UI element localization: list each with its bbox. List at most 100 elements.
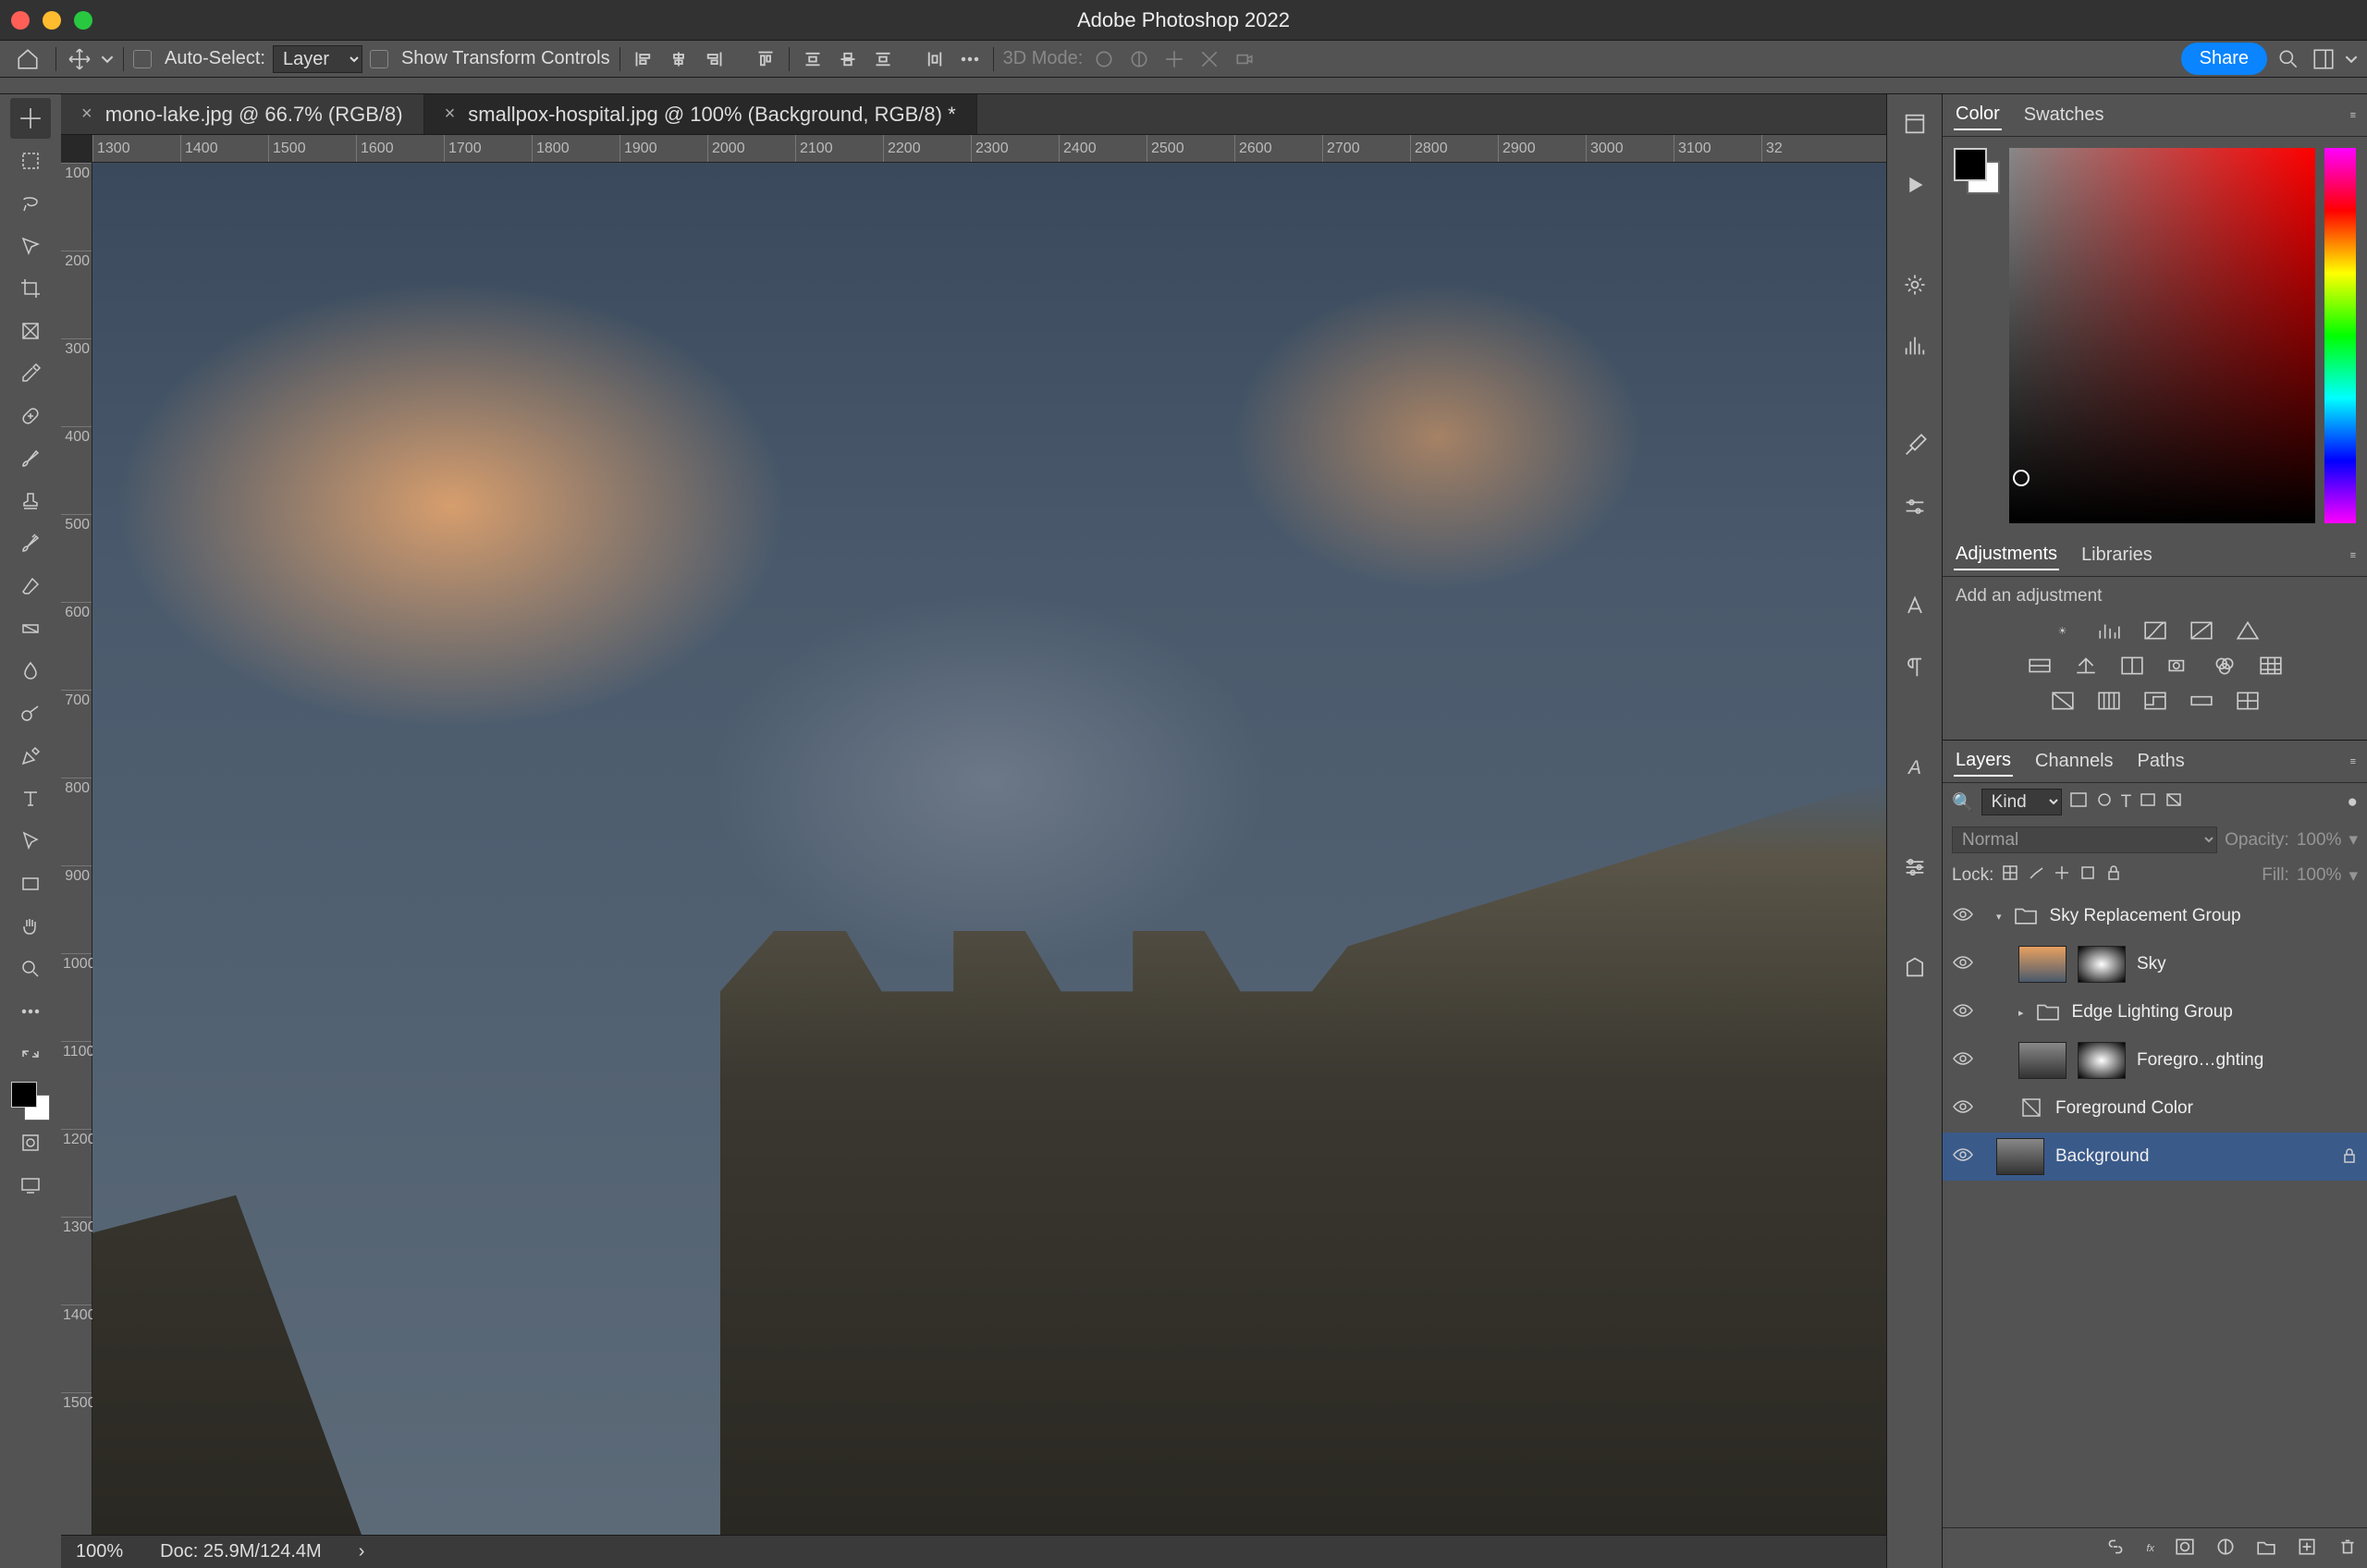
minimize-window[interactable] — [43, 11, 61, 30]
layer-row[interactable]: ▸Edge Lighting Group — [1943, 988, 2367, 1036]
doc-size[interactable]: Doc: 25.9M/124.4M — [160, 1541, 322, 1562]
visibility-icon[interactable] — [1952, 1097, 1974, 1120]
color-swap-icon[interactable] — [10, 1034, 51, 1074]
eyedropper-tool[interactable] — [10, 353, 51, 394]
opacity-value[interactable]: 100% — [2297, 830, 2342, 851]
visibility-icon[interactable] — [1952, 953, 1974, 975]
chevron-down-icon[interactable] — [101, 53, 114, 66]
close-window[interactable] — [11, 11, 30, 30]
collapse-bar[interactable] — [0, 78, 2367, 94]
horizontal-ruler[interactable]: 1300140015001600170018001900200021002200… — [92, 135, 1886, 163]
photofilter-adj-icon[interactable] — [2162, 651, 2195, 680]
filter-adjust-icon[interactable] — [2095, 791, 2114, 814]
align-right-icon[interactable] — [700, 45, 728, 73]
brightness-adj-icon[interactable]: ☀ — [2046, 616, 2079, 645]
align-hcenter-icon[interactable] — [665, 45, 693, 73]
blend-mode-select[interactable]: Normal — [1952, 827, 2217, 853]
zoom-window[interactable] — [74, 11, 92, 30]
layer-name[interactable]: Foreground Color — [2055, 1098, 2358, 1119]
layer-name[interactable]: Foregro…ghting — [2137, 1050, 2358, 1071]
workspace-icon[interactable] — [2310, 45, 2337, 73]
document-tab[interactable]: × smallpox-hospital.jpg @ 100% (Backgrou… — [424, 94, 977, 134]
distribute-bottom-icon[interactable] — [869, 45, 897, 73]
gradient-tool[interactable] — [10, 608, 51, 649]
type-tool[interactable] — [10, 778, 51, 819]
color-field[interactable] — [2009, 148, 2315, 523]
stamp-tool[interactable] — [10, 481, 51, 521]
filter-toggle[interactable]: ● — [2348, 792, 2358, 813]
quickmask-tool[interactable] — [10, 1122, 51, 1163]
glyphs-icon[interactable]: A — [1895, 747, 1935, 788]
eraser-tool[interactable] — [10, 566, 51, 606]
lock-icon[interactable] — [2341, 1147, 2358, 1167]
layer-name[interactable]: Background — [2055, 1146, 2330, 1167]
home-button[interactable] — [9, 45, 46, 73]
vibrance-adj-icon[interactable] — [2231, 616, 2264, 645]
lock-artboard-icon[interactable] — [2079, 864, 2097, 887]
zoom-level[interactable]: 100% — [76, 1541, 123, 1562]
search-icon[interactable]: 🔍 — [1952, 791, 1974, 814]
curves-adj-icon[interactable] — [2139, 616, 2172, 645]
visibility-icon[interactable] — [1952, 1049, 1974, 1072]
align-left-icon[interactable] — [630, 45, 657, 73]
layer-filter-kind[interactable]: Kind — [1981, 789, 2062, 815]
dodge-tool[interactable] — [10, 693, 51, 734]
foreground-background-swatch[interactable] — [11, 1082, 50, 1121]
visibility-icon[interactable] — [1952, 1001, 1974, 1023]
auto-select-checkbox[interactable] — [133, 50, 152, 68]
visibility-icon[interactable] — [1952, 905, 1974, 927]
crop-tool[interactable] — [10, 268, 51, 309]
filter-type-icon[interactable]: T — [2121, 792, 2132, 813]
history-panel-icon[interactable] — [1895, 104, 1935, 144]
link-layers-icon[interactable] — [2105, 1537, 2126, 1559]
panel-menu-icon[interactable]: ≡ — [2350, 110, 2356, 121]
gradientmap-adj-icon[interactable] — [2185, 686, 2218, 716]
auto-select-target[interactable]: Layer — [273, 45, 362, 73]
lock-transparency-icon[interactable] — [2001, 864, 2019, 887]
color-fgbg[interactable] — [1954, 148, 2000, 523]
channels-tab[interactable]: Channels — [2033, 747, 2116, 776]
selectivecolor-adj-icon[interactable] — [2231, 686, 2264, 716]
zoom-tool[interactable] — [10, 949, 51, 989]
colorlookup-adj-icon[interactable] — [2254, 651, 2287, 680]
threshold-adj-icon[interactable] — [2139, 686, 2172, 716]
distribute-h-icon[interactable] — [921, 45, 949, 73]
layer-row[interactable]: Background — [1943, 1133, 2367, 1181]
chevron-down-icon[interactable]: ▾ — [2349, 865, 2358, 887]
new-layer-icon[interactable] — [2297, 1537, 2317, 1559]
character-icon[interactable] — [1895, 586, 1935, 627]
layer-row[interactable]: ▾Sky Replacement Group — [1943, 892, 2367, 940]
levels-adj-icon[interactable] — [2092, 616, 2126, 645]
delete-layer-icon[interactable] — [2337, 1537, 2358, 1559]
fx-icon[interactable]: fx — [2146, 1543, 2154, 1554]
document-tab[interactable]: × mono-lake.jpg @ 66.7% (RGB/8) — [61, 94, 424, 134]
move-tool[interactable] — [10, 98, 51, 139]
swatches-tab[interactable]: Swatches — [2022, 101, 2106, 129]
layer-thumbnail[interactable] — [1996, 1138, 2044, 1175]
layer-row[interactable]: Foreground Color — [1943, 1084, 2367, 1133]
visibility-icon[interactable] — [1952, 1145, 1974, 1168]
layer-name[interactable]: Sky — [2137, 954, 2358, 974]
adjustments-tab[interactable]: Adjustments — [1954, 540, 2059, 570]
layer-row[interactable]: Foregro…ghting — [1943, 1036, 2367, 1084]
lasso-tool[interactable] — [10, 183, 51, 224]
paths-tab[interactable]: Paths — [2136, 747, 2187, 776]
frame-tool[interactable] — [10, 311, 51, 351]
healing-tool[interactable] — [10, 396, 51, 436]
play-icon[interactable] — [1895, 165, 1935, 205]
close-tab-icon[interactable]: × — [81, 104, 92, 125]
share-button[interactable]: Share — [2181, 43, 2267, 75]
move-tool-icon[interactable] — [66, 45, 93, 73]
distribute-top-icon[interactable] — [799, 45, 827, 73]
fill-value[interactable]: 100% — [2297, 865, 2342, 886]
lock-all-icon[interactable] — [2104, 864, 2123, 887]
channelmixer-adj-icon[interactable] — [2208, 651, 2241, 680]
libraries-icon[interactable] — [1895, 947, 1935, 987]
properties-icon[interactable] — [1895, 847, 1935, 888]
layer-thumbnail[interactable] — [2018, 946, 2067, 983]
rectangle-tool[interactable] — [10, 864, 51, 904]
adjust-icon[interactable] — [1895, 486, 1935, 527]
distribute-vcenter-icon[interactable] — [834, 45, 862, 73]
hand-tool[interactable] — [10, 906, 51, 947]
quick-select-tool[interactable] — [10, 226, 51, 266]
